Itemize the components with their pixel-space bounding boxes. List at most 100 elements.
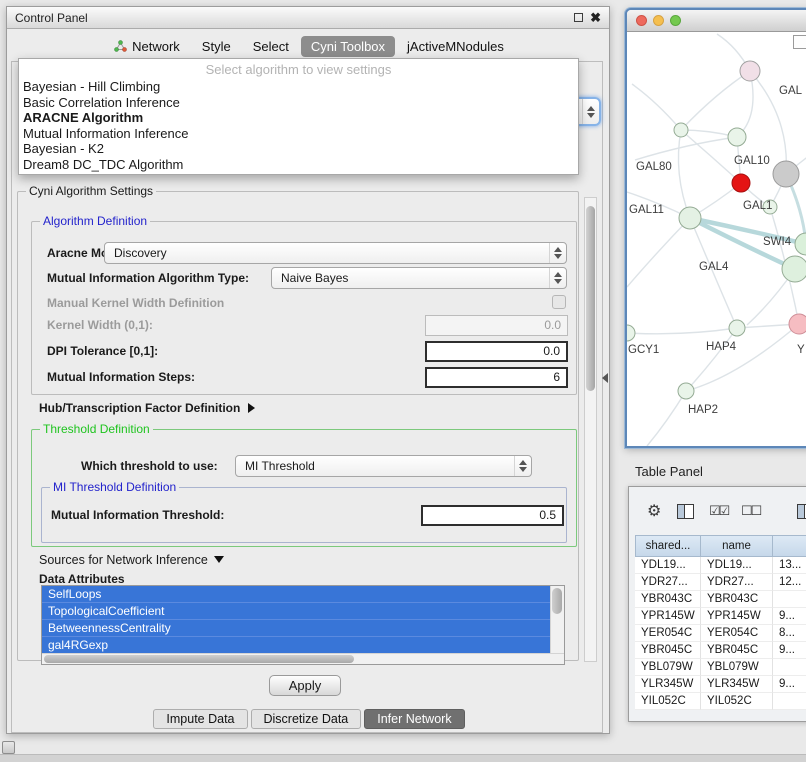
tab-network[interactable]: Network [104, 36, 190, 57]
table-cell[interactable]: YPR145W [701, 608, 773, 625]
tab-impute-data[interactable]: Impute Data [153, 709, 247, 729]
attribute-item-topologicalcoefficient[interactable]: TopologicalCoefficient [42, 603, 550, 620]
column-header-2[interactable]: name [701, 535, 773, 557]
network-edge[interactable] [632, 84, 681, 130]
apply-button[interactable]: Apply [269, 675, 341, 696]
table-cell[interactable]: 12... [773, 574, 806, 591]
table-cell[interactable]: 9... [773, 676, 806, 693]
mi-steps-field[interactable]: 6 [425, 367, 568, 388]
network-node[interactable] [782, 256, 806, 282]
close-window-icon[interactable] [636, 15, 647, 26]
network-overview-button[interactable] [793, 35, 806, 49]
network-node[interactable] [678, 383, 694, 399]
table-cell[interactable] [773, 693, 806, 710]
tab-infer-network[interactable]: Infer Network [364, 709, 464, 729]
manual-kernel-width-checkbox[interactable] [552, 295, 566, 309]
table-cell[interactable]: YBR043C [635, 591, 701, 608]
table-row[interactable]: YLR345WYLR345W9... [635, 676, 806, 693]
algorithm-option-aracne-algorithm[interactable]: ARACNE Algorithm [19, 110, 578, 126]
scrollbar-thumb[interactable] [586, 206, 595, 391]
data-attributes-list[interactable]: SelfLoopsTopologicalCoefficientBetweenne… [41, 585, 565, 665]
table-cell[interactable]: YER054C [635, 625, 701, 642]
aracne-mode-select[interactable]: Discovery [104, 242, 567, 264]
attribute-item-gal4rgexp[interactable]: gal4RGexp [42, 637, 550, 654]
algorithm-option-bayesian-hill-climbing[interactable]: Bayesian - Hill Climbing [19, 79, 578, 95]
settings-scrollbar[interactable] [584, 197, 597, 662]
table-row[interactable]: YDR27...YDR27...12... [635, 574, 806, 591]
table-cell[interactable]: YBR045C [635, 642, 701, 659]
tab-select[interactable]: Select [243, 36, 299, 57]
network-node[interactable] [773, 161, 799, 187]
table-row[interactable]: YDL19...YDL19...13... [635, 557, 806, 574]
tab-jactivemnodules[interactable]: jActiveMNodules [397, 36, 514, 57]
sources-expander[interactable]: Sources for Network Inference [39, 552, 224, 568]
algorithm-option-bayesian-k2[interactable]: Bayesian - K2 [19, 141, 578, 157]
table-cell[interactable]: YLR345W [635, 676, 701, 693]
network-node[interactable] [679, 207, 701, 229]
scrollbar-thumb[interactable] [552, 588, 562, 614]
show-columns-icon[interactable] [677, 504, 694, 519]
select-all-checkboxes-icon[interactable]: ☑☑ [709, 503, 728, 519]
tab-style[interactable]: Style [192, 36, 241, 57]
table-cell[interactable]: 13... [773, 557, 806, 574]
attribute-item-selfloops[interactable]: SelfLoops [42, 586, 550, 603]
network-node[interactable] [729, 320, 745, 336]
table-row[interactable]: YBR043CYBR043C [635, 591, 806, 608]
column-header-3[interactable] [773, 535, 806, 557]
float-window-icon[interactable] [574, 13, 583, 22]
table-cell[interactable]: YDL19... [701, 557, 773, 574]
table-cell[interactable]: YIL052C [701, 693, 773, 710]
tab-cyni-toolbox[interactable]: Cyni Toolbox [301, 36, 395, 57]
table-cell[interactable]: YBR045C [701, 642, 773, 659]
network-edge[interactable] [690, 218, 737, 328]
table-row[interactable]: YPR145WYPR145W9... [635, 608, 806, 625]
minimized-panel-icon[interactable] [2, 741, 15, 754]
scrollbar-thumb[interactable] [44, 655, 354, 663]
algorithm-option-dream8-dc-tdc-algorithm[interactable]: Dream8 DC_TDC Algorithm [19, 157, 578, 173]
network-node[interactable] [740, 61, 760, 81]
column-header-1[interactable]: shared... [635, 535, 701, 557]
table-cell[interactable] [773, 591, 806, 608]
control-panel-titlebar[interactable]: Control Panel ✖ [7, 7, 609, 29]
network-node[interactable] [728, 128, 746, 146]
minimize-window-icon[interactable] [653, 15, 664, 26]
table-cell[interactable]: YDL19... [635, 557, 701, 574]
table-cell[interactable]: 9... [773, 608, 806, 625]
network-node[interactable] [795, 233, 806, 255]
mi-threshold-field[interactable]: 0.5 [421, 505, 564, 526]
algorithm-dropdown-prompt[interactable]: Select algorithm to view settings [19, 61, 578, 79]
table-cell[interactable]: YLR345W [701, 676, 773, 693]
algorithm-option-basic-correlation-inference[interactable]: Basic Correlation Inference [19, 95, 578, 111]
list-vertical-scrollbar[interactable] [550, 586, 564, 653]
network-node[interactable] [789, 314, 806, 334]
close-window-icon[interactable]: ✖ [590, 12, 601, 24]
table-cell[interactable]: YDR27... [701, 574, 773, 591]
dpi-tolerance-field[interactable]: 0.0 [425, 341, 568, 362]
table-cell[interactable]: YPR145W [635, 608, 701, 625]
list-horizontal-scrollbar[interactable] [42, 653, 564, 664]
panel-collapse-arrow[interactable] [602, 373, 608, 383]
kernel-width-field[interactable]: 0.0 [425, 315, 568, 336]
table-cell[interactable]: 9... [773, 642, 806, 659]
table-cell[interactable]: YDR27... [635, 574, 701, 591]
table-row[interactable]: YBR045CYBR045C9... [635, 642, 806, 659]
network-edge[interactable] [678, 130, 690, 218]
attribute-item-betweennesscentrality[interactable]: BetweennessCentrality [42, 620, 550, 637]
table-cell[interactable]: YBL079W [635, 659, 701, 676]
network-edge[interactable] [681, 71, 750, 130]
gear-icon[interactable]: ⚙ [647, 501, 661, 523]
table-cell[interactable]: YBL079W [701, 659, 773, 676]
table-row[interactable]: YIL052CYIL052C [635, 693, 806, 710]
mi-algorithm-type-select[interactable]: Naive Bayes [271, 267, 567, 289]
hub-definition-expander[interactable]: Hub/Transcription Factor Definition [39, 399, 255, 417]
table-cell[interactable] [773, 659, 806, 676]
table-cell[interactable]: YIL052C [635, 693, 701, 710]
deselect-all-checkboxes-icon[interactable]: ☐☐ [741, 503, 760, 519]
table-cell[interactable]: 8... [773, 625, 806, 642]
table-cell[interactable]: YBR043C [701, 591, 773, 608]
which-threshold-select[interactable]: MI Threshold [235, 455, 532, 477]
algorithm-option-mutual-information-inference[interactable]: Mutual Information Inference [19, 126, 578, 142]
network-window-titlebar[interactable] [627, 10, 806, 32]
zoom-window-icon[interactable] [670, 15, 681, 26]
network-edge[interactable] [647, 391, 686, 446]
